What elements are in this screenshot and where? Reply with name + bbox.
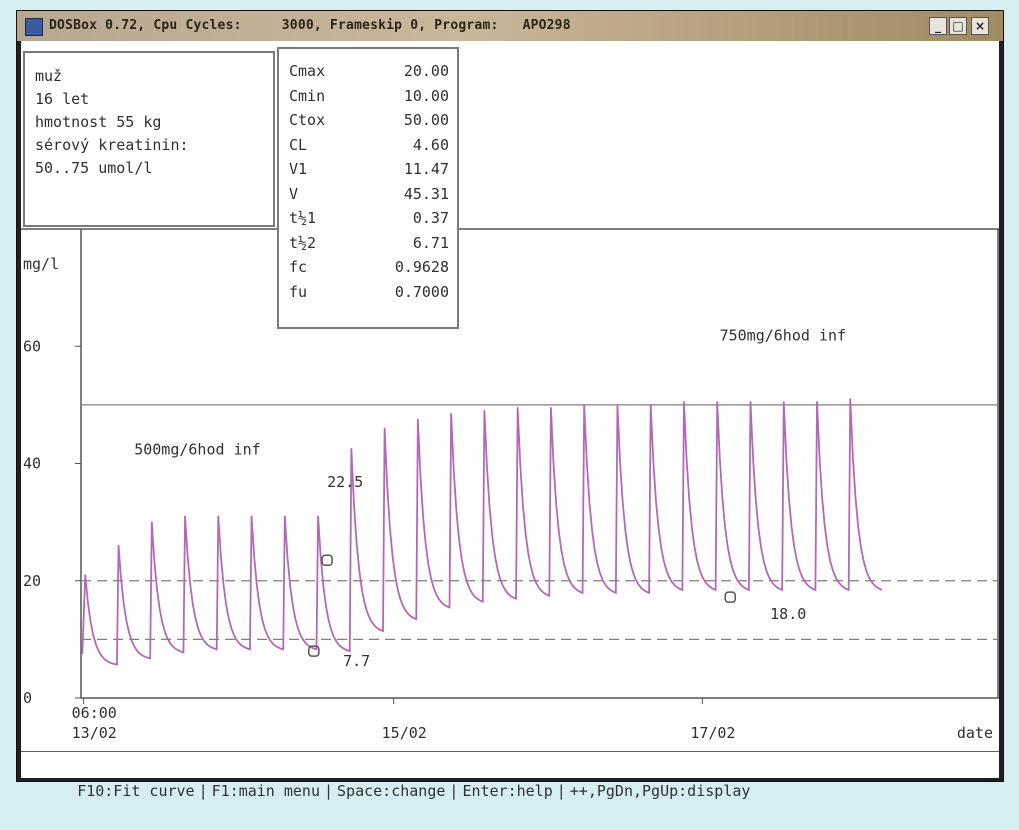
param-name: t½1 (289, 209, 317, 227)
param-value: 0.37 (412, 209, 449, 227)
peak-point (117, 544, 120, 547)
status-separator: | (324, 782, 334, 800)
param-row: fu 0.7000 (289, 280, 449, 305)
param-value: 10.00 (403, 86, 449, 105)
param-name: CL (289, 135, 308, 154)
peak-point (250, 515, 253, 518)
minimize-button[interactable]: _ (929, 17, 947, 35)
peak-point (550, 407, 552, 409)
y-tick-label: 0 (23, 689, 32, 707)
param-row: fc 0.9628 (289, 255, 449, 280)
peak-point (150, 521, 153, 523)
dose-label: 750mg/6hod inf (720, 326, 846, 344)
param-value: 20.00 (403, 62, 449, 80)
status-separator: | (449, 782, 459, 800)
peak-point (649, 404, 652, 406)
peak-point (417, 418, 419, 421)
y-axis-label: mg/l (23, 255, 59, 273)
dos-screen[interactable]: 60 40 20 0 mg/l 06:00 13/02 15/02 17/02 date 500mg… (21, 41, 999, 800)
x-tick-date-label: 17/02 (690, 724, 735, 742)
param-value: 50.00 (403, 111, 449, 129)
peak-point (450, 412, 452, 415)
param-value: 0.9628 (394, 258, 449, 276)
param-value: 4.60 (412, 135, 449, 154)
status-fit-curve[interactable]: F10:Fit curve (75, 782, 196, 800)
param-value: 6.71 (412, 233, 449, 252)
param-name: t½2 (289, 233, 317, 252)
param-value: 45.31 (403, 184, 449, 203)
peak-point (217, 515, 220, 518)
peak-point (317, 515, 319, 518)
param-row: Ctox 50.00 (289, 108, 449, 133)
level-marker (724, 591, 737, 603)
param-row: t½1 0.37 (289, 206, 449, 231)
x-axis-label: date (957, 724, 993, 742)
peak-point (782, 401, 785, 403)
patient-info-panel: muž 16 let hmotnost 55 kg sérový kreatin… (23, 51, 275, 227)
title-bar[interactable]: DOSBox 0.72, Cpu Cycles: 3000, Frameskip… (17, 11, 1003, 41)
dosbox-window: DOSBox 0.72, Cpu Cycles: 3000, Frameskip… (16, 10, 1004, 800)
status-change[interactable]: Space:change (335, 782, 447, 800)
peak-point (683, 401, 685, 403)
param-name: V (289, 184, 299, 203)
param-value: 0.7000 (394, 282, 449, 301)
patient-creatinine-value: 50..75 umol/l (35, 159, 153, 177)
param-name: Ctox (289, 111, 326, 129)
peak-point (284, 515, 286, 518)
peak-point (350, 448, 353, 450)
dose-label: 500mg/6hod inf (134, 441, 260, 459)
close-button[interactable]: × (971, 17, 989, 35)
param-row: CL 4.60 (289, 133, 449, 158)
value-annotation: 7.7 (343, 652, 370, 670)
value-annotation: 22.5 (327, 473, 363, 491)
peak-point (716, 401, 719, 403)
patient-sex: muž (35, 67, 63, 85)
dosbox-icon (25, 18, 43, 36)
patient-weight: hmotnost 55 kg (35, 113, 162, 131)
peak-point (84, 574, 87, 576)
param-value: 11.47 (403, 160, 449, 178)
param-name: Cmin (289, 86, 326, 105)
param-row: V1 11.47 (289, 157, 449, 182)
status-display[interactable]: ++,PgDn,PgUp:display (568, 782, 753, 800)
param-row: Cmax 20.00 (289, 59, 449, 84)
maximize-button[interactable]: □ (949, 17, 967, 35)
param-row: Cmin 10.00 (289, 84, 449, 109)
param-name: V1 (289, 160, 308, 178)
peak-point (816, 401, 818, 403)
x-tick-date-label: 13/02 (72, 724, 117, 742)
y-tick-label: 60 (23, 337, 41, 355)
peak-point (483, 409, 486, 412)
patient-age: 16 let (35, 90, 90, 108)
param-name: fc (289, 258, 308, 276)
param-row: t½2 6.71 (289, 231, 449, 256)
level-marker (321, 554, 333, 566)
patient-creatinine-label: sérový kreatinin: (35, 136, 189, 154)
window-title: DOSBox 0.72, Cpu Cycles: 3000, Frameskip… (49, 18, 571, 33)
peak-point (516, 407, 519, 409)
status-main-menu[interactable]: F1:main menu (210, 782, 322, 800)
value-annotation: 18.0 (770, 605, 806, 623)
param-row: V 45.31 (289, 182, 449, 207)
y-tick-label: 20 (23, 572, 41, 590)
status-help[interactable]: Enter:help (460, 782, 554, 800)
peak-point (184, 515, 186, 518)
concentration-series-line (81, 398, 883, 666)
param-name: fu (289, 282, 308, 301)
x-tick-date-label: 15/02 (382, 724, 427, 742)
peak-point (749, 401, 752, 403)
status-bar: F10:Fit curve | F1:main menu | Space:change |… (21, 751, 999, 800)
status-separator: | (556, 782, 566, 800)
peak-point (383, 427, 386, 430)
parameters-panel: Cmax 20.00 Cmin 10.00 Ctox 50.00 CL 4.60 V1 1… (277, 47, 459, 329)
status-separator: | (198, 782, 208, 800)
peak-point (616, 404, 619, 406)
param-name: Cmax (289, 62, 326, 80)
peak-point (849, 398, 852, 400)
x-tick-time-label: 06:00 (72, 704, 117, 722)
peak-point (583, 404, 585, 406)
y-tick-label: 40 (23, 455, 41, 473)
